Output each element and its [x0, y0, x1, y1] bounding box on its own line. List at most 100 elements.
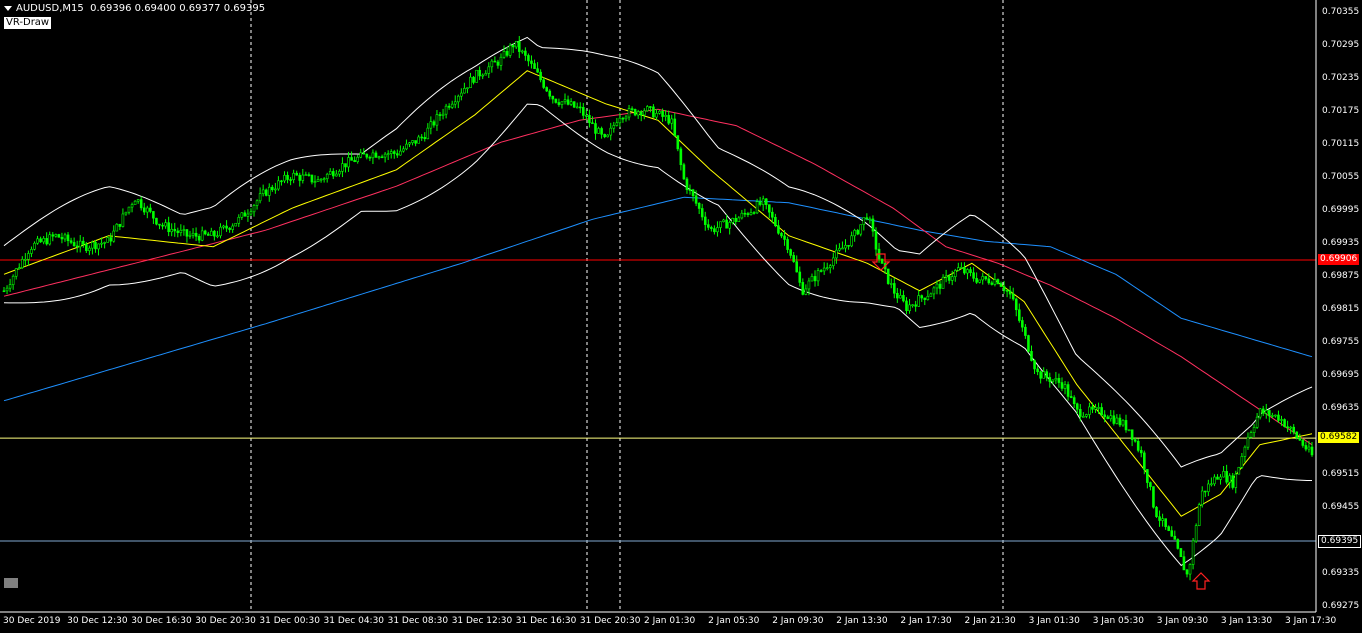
candle [798, 266, 802, 287]
candle [267, 183, 271, 202]
ohlc-values: 0.69396 0.69400 0.69377 0.69395 [90, 3, 266, 14]
indicator-badge[interactable]: VR-Draw [4, 17, 52, 29]
candle [1033, 359, 1036, 375]
candle [1304, 441, 1308, 452]
candle [1200, 486, 1204, 508]
candle [1222, 466, 1225, 478]
time-tick-label: 31 Dec 08:30 [387, 616, 449, 626]
candle [112, 225, 116, 243]
candle [405, 139, 408, 151]
price-chart-canvas[interactable] [0, 0, 1362, 633]
candle [11, 274, 15, 290]
candle [124, 211, 128, 216]
candle [484, 70, 488, 76]
candle [652, 104, 655, 118]
candle [966, 268, 969, 280]
candle [545, 86, 549, 92]
candle [941, 274, 945, 289]
candle [81, 236, 85, 248]
candle [179, 224, 183, 237]
candle [1139, 446, 1143, 458]
candle [377, 155, 381, 160]
candle [804, 284, 808, 296]
candle [521, 49, 524, 54]
candle [996, 278, 1000, 285]
horizontal-lines[interactable] [0, 259, 1316, 542]
candle [707, 219, 710, 231]
candle [496, 59, 500, 69]
candle [947, 274, 951, 284]
candle [569, 98, 573, 107]
candle [1243, 445, 1247, 463]
chart-window[interactable]: AUDUSD,M15 0.69396 0.69400 0.69377 0.693… [0, 0, 1362, 633]
candle [389, 149, 393, 159]
candle [1170, 526, 1174, 537]
candle [8, 278, 12, 293]
candle [365, 153, 369, 160]
candle [676, 135, 680, 152]
time-tick-label: 31 Dec 20:30 [579, 616, 641, 626]
candle [972, 267, 975, 282]
candle [838, 243, 841, 252]
time-tick-label: 31 Dec 12:30 [451, 616, 513, 626]
symbol-label: AUDUSD,M15 [16, 3, 84, 14]
candle [432, 119, 436, 128]
candle [560, 101, 564, 109]
candle [612, 121, 616, 133]
candle [152, 210, 155, 225]
candle [30, 246, 33, 258]
candle [450, 100, 454, 109]
candle [472, 76, 475, 85]
candle [1100, 403, 1103, 417]
price-tick-label: 0.70055 [1322, 172, 1360, 182]
candle [594, 119, 597, 140]
candle [957, 262, 960, 272]
price-line-label: 0.69906 [1318, 253, 1360, 265]
candle [740, 209, 744, 220]
candle [606, 134, 609, 138]
candle [551, 95, 555, 104]
candle [1219, 474, 1222, 485]
candle [1216, 474, 1219, 480]
candle [386, 150, 390, 160]
candle [97, 243, 100, 256]
candle [825, 262, 829, 271]
candle [1197, 502, 1201, 527]
candle [679, 146, 683, 171]
candle [460, 88, 463, 101]
candle [816, 268, 820, 287]
candle [1158, 510, 1161, 527]
candle [121, 208, 125, 228]
candle [146, 205, 149, 219]
candle [1149, 481, 1152, 491]
candle [649, 106, 652, 113]
time-tick-label: 3 Jan 05:30 [1092, 616, 1144, 626]
candle [301, 168, 305, 184]
candle [533, 59, 536, 69]
candle [39, 236, 42, 243]
candle [350, 151, 353, 161]
candle [475, 69, 478, 83]
candle [767, 204, 771, 219]
candle [155, 217, 158, 226]
candle [1258, 407, 1262, 420]
candle [923, 297, 927, 306]
candle [572, 101, 576, 108]
chart-shift-handle[interactable] [4, 578, 18, 588]
candle [1298, 433, 1302, 442]
candle [682, 162, 686, 180]
candle [530, 55, 533, 69]
candle [216, 230, 219, 239]
candle [1246, 432, 1250, 450]
menu-triangle-icon[interactable] [4, 5, 12, 11]
candle [1146, 469, 1149, 489]
candle [1106, 414, 1110, 420]
candle [1127, 429, 1131, 432]
candle [514, 41, 518, 50]
time-tick-label: 31 Dec 04:30 [323, 616, 385, 626]
candle [36, 235, 39, 245]
candle [792, 251, 795, 263]
price-tick-label: 0.70355 [1322, 7, 1360, 17]
candle [438, 112, 442, 121]
candle [1185, 568, 1189, 578]
